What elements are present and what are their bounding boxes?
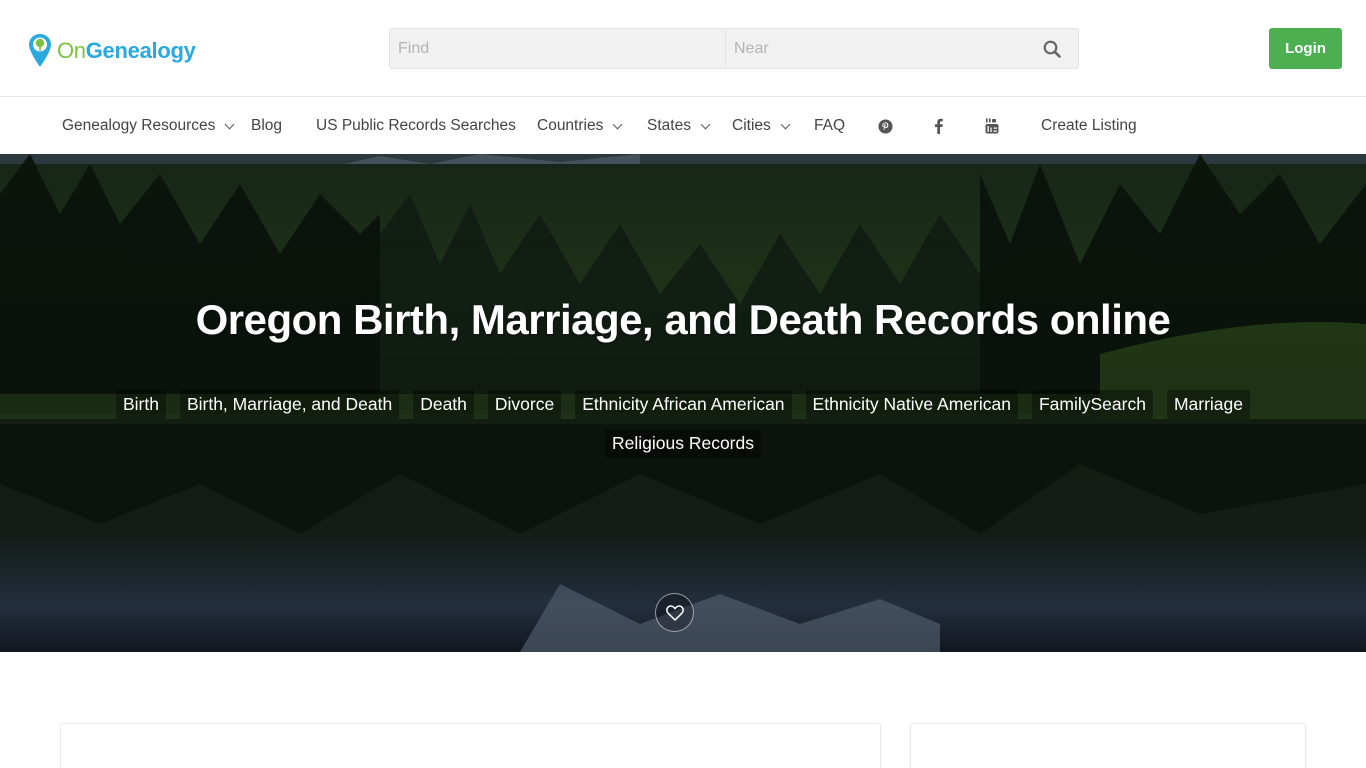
tag-familysearch[interactable]: FamilySearch [1031,390,1153,419]
nav-label: States [647,117,691,134]
chevron-down-icon [700,119,711,130]
nav-label: Blog [251,117,283,134]
tag-birth-marriage-death[interactable]: Birth, Marriage, and Death [179,390,400,419]
tag-row: Religious Records [0,429,1366,458]
sidebar-card [910,723,1306,768]
find-input[interactable] [390,29,726,68]
chevron-down-icon [780,119,791,130]
search-button[interactable] [1026,29,1078,68]
near-input[interactable] [726,29,1026,68]
nav-label: Countries [537,117,604,134]
hero-banner: Oregon Birth, Marriage, and Death Record… [0,154,1366,652]
nav-label: Cities [732,117,771,134]
logo-text: OnGenealogy [57,37,196,63]
nav-label: Genealogy Resources [62,117,216,134]
main-nav: Genealogy Resources Blog US Public Recor… [0,98,1366,154]
main-content-card [60,723,881,768]
tag-ethnicity-african-american[interactable]: Ethnicity African American [575,390,792,419]
nav-blog[interactable]: Blog [251,98,282,154]
top-header: OnGenealogy Login [0,0,1366,97]
search-icon [1043,40,1061,58]
favorite-button[interactable] [655,593,694,632]
chevron-down-icon [612,119,623,130]
pinterest-icon [877,118,893,134]
chevron-down-icon [224,119,235,130]
tag-row: Birth Birth, Marriage, and Death Death D… [0,390,1366,419]
tag-divorce[interactable]: Divorce [487,390,562,419]
youtube-link[interactable] [980,98,1004,154]
tag-religious-records[interactable]: Religious Records [604,429,761,458]
nav-faq[interactable]: FAQ [814,98,845,154]
tag-marriage[interactable]: Marriage [1166,390,1251,419]
nav-us-public-records[interactable]: US Public Records Searches [316,98,516,154]
nav-states[interactable]: States [647,98,711,154]
youtube-icon [985,118,999,134]
map-pin-icon [29,34,51,67]
nav-label: FAQ [814,117,846,134]
search-bar [389,28,1079,69]
heart-icon [665,604,684,621]
logo-text-on: On [57,37,86,63]
create-listing-link[interactable]: Create Listing [1041,98,1137,154]
nav-countries[interactable]: Countries [537,98,623,154]
login-button[interactable]: Login [1269,28,1342,69]
tag-ethnicity-native-american[interactable]: Ethnicity Native American [805,390,1018,419]
nav-genealogy-resources[interactable]: Genealogy Resources [62,98,235,154]
pinterest-link[interactable] [872,98,898,154]
nav-cities[interactable]: Cities [732,98,791,154]
tag-birth[interactable]: Birth [115,390,166,419]
facebook-link[interactable] [926,98,950,154]
create-listing-label: Create Listing [1041,117,1137,134]
tag-death[interactable]: Death [413,390,474,419]
site-logo[interactable]: OnGenealogy [28,33,196,68]
category-tags: Birth Birth, Marriage, and Death Death D… [0,390,1366,458]
nav-label: US Public Records Searches [316,117,516,134]
facebook-icon [934,118,943,134]
logo-text-genealogy: Genealogy [85,37,196,63]
page-title: Oregon Birth, Marriage, and Death Record… [195,296,1171,343]
